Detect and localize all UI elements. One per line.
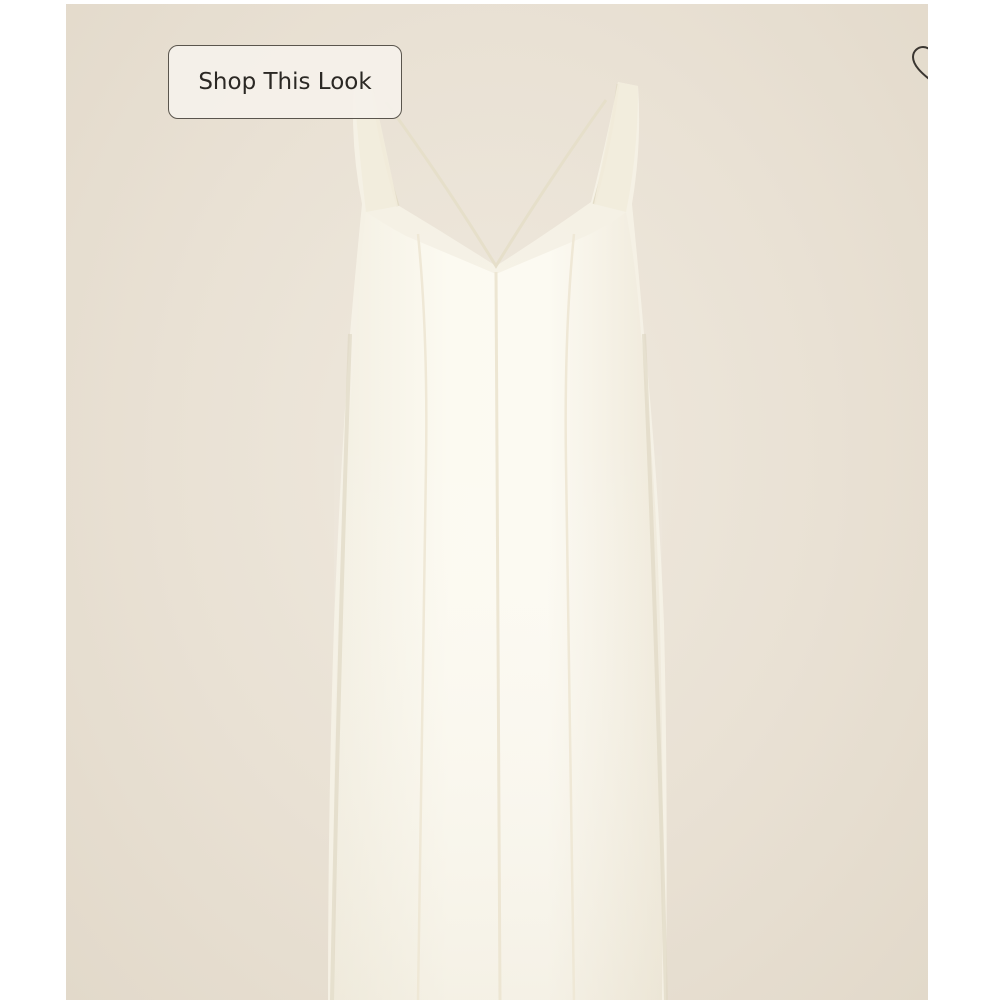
favorite-button[interactable] <box>908 42 928 88</box>
shop-this-look-button[interactable]: Shop This Look <box>168 45 402 119</box>
dress-image <box>328 82 668 1000</box>
product-photo[interactable]: Shop This Look <box>66 4 928 1000</box>
heart-outline-icon <box>911 45 928 80</box>
